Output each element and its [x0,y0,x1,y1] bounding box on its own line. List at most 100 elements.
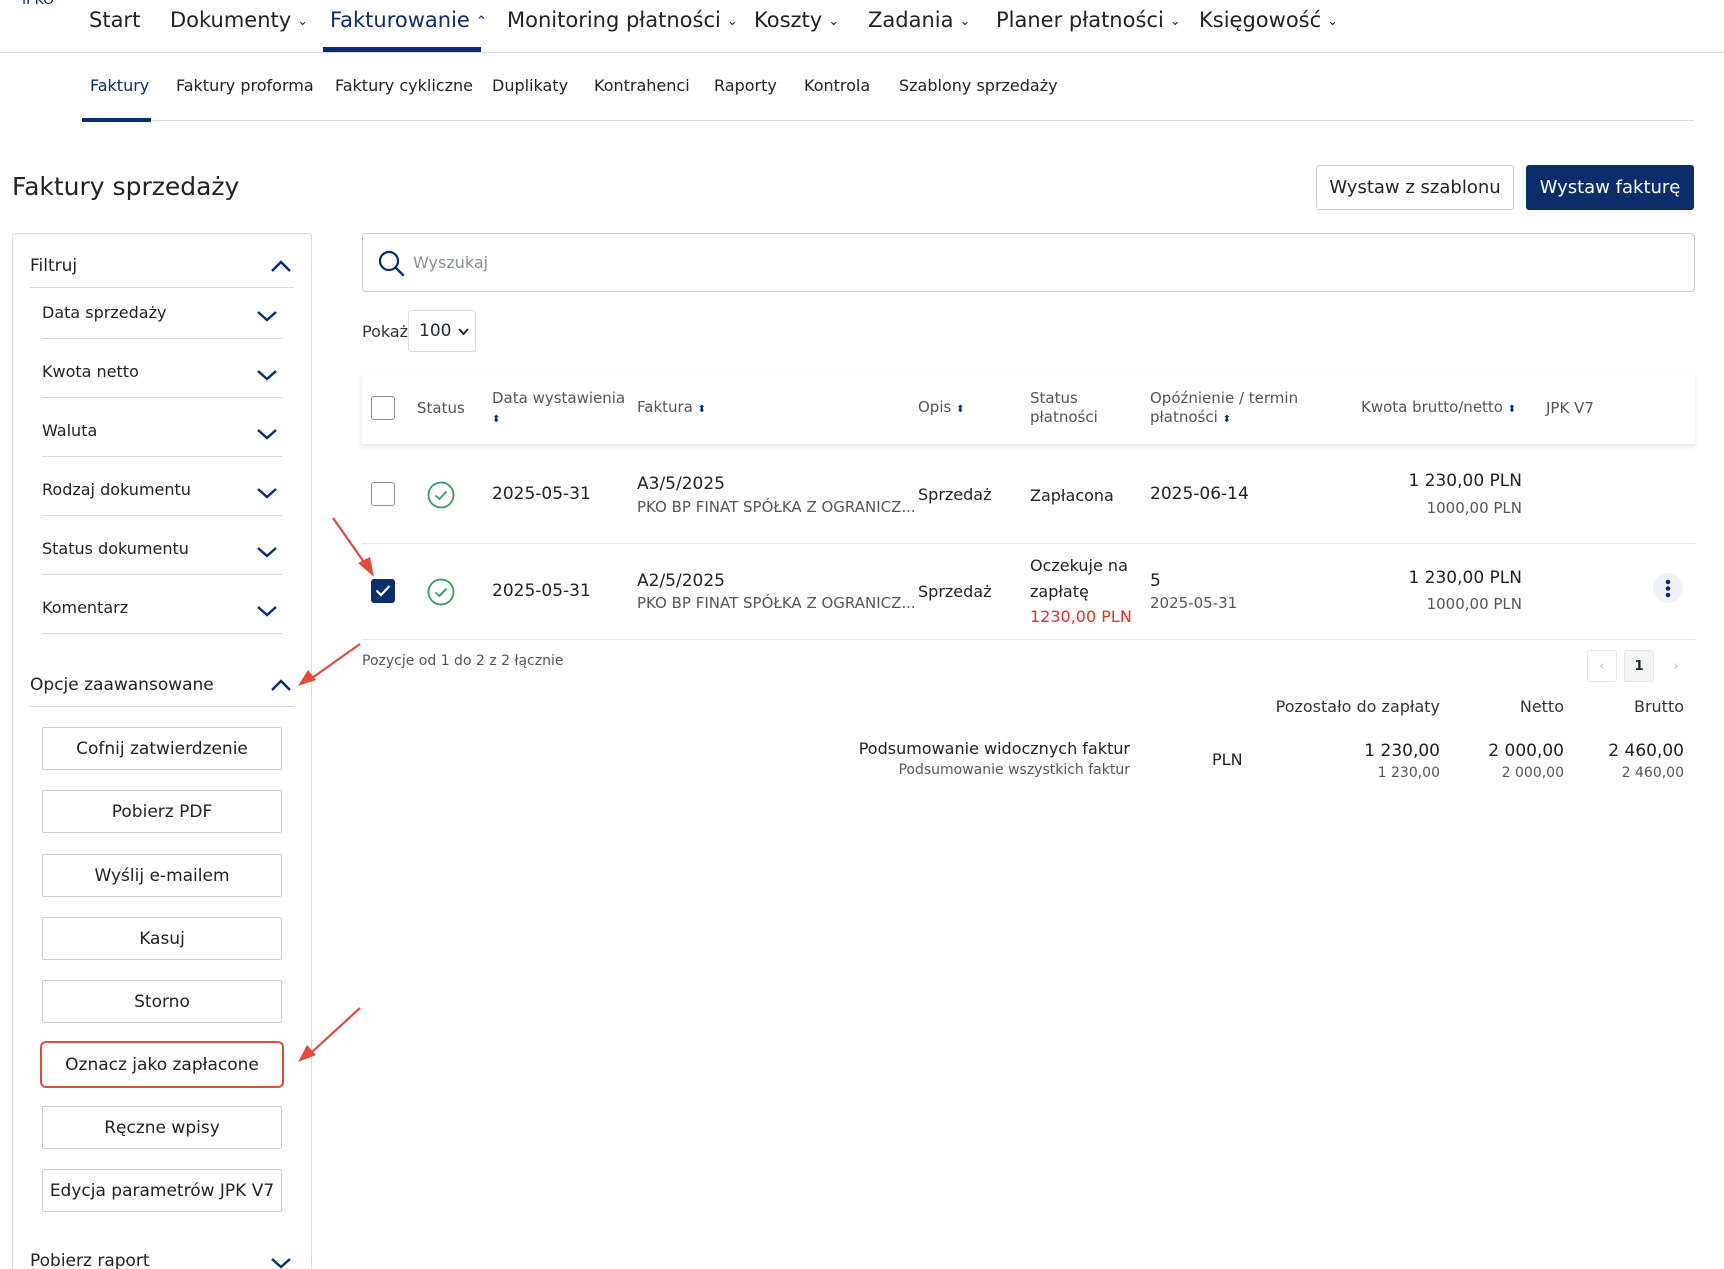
col-label: Status [1030,389,1078,407]
tab-szablony-sprzedazy[interactable]: Szablony sprzedaży [899,76,1058,95]
row-checkbox[interactable] [371,482,395,506]
jpk-params-button[interactable]: Edycja parametrów JPK V7 [42,1169,282,1212]
pager-prev-button[interactable]: ‹ [1587,650,1617,682]
tab-faktury[interactable]: Faktury [90,76,149,95]
col-status[interactable]: Status [417,399,465,418]
sort-icon: ⬍ [492,414,501,425]
download-pdf-button[interactable]: Pobierz PDF [42,790,282,833]
payment-status: Zapłacona [1030,486,1114,505]
delete-button[interactable]: Kasuj [42,917,282,960]
col-label: Opis [918,398,952,416]
sort-icon: ⬍ [1222,414,1231,425]
chevron-up-icon[interactable] [270,678,292,692]
top-nav: IPKO Start Dokumenty ⌄ Fakturowanie ⌃ Moni… [0,0,1724,53]
tab-duplikaty[interactable]: Duplikaty [492,76,568,95]
col-delay[interactable]: Opóźnienie / termin płatności ⬍ [1150,389,1298,429]
storno-button[interactable]: Storno [42,980,282,1023]
nav-fakturowanie[interactable]: Fakturowanie ⌃ [330,8,487,32]
row-divider [362,639,1695,640]
filter-komentarz[interactable]: Komentarz [42,584,282,634]
chevron-down-icon: ⌄ [828,14,840,29]
issue-date: 2025-05-31 [492,484,591,504]
chevron-down-icon [458,328,469,336]
filter-waluta[interactable]: Waluta [42,407,282,457]
nav-label: Start [89,8,141,32]
filter-label: Data sprzedaży [42,303,167,322]
chevron-up-icon[interactable] [270,259,292,273]
col-label: Data wystawienia [492,389,626,407]
sort-icon: ⬍ [956,404,965,415]
chevron-down-icon [257,311,277,322]
filter-status-dokumentu[interactable]: Status dokumentu [42,525,282,575]
nav-label: Księgowość [1199,8,1322,32]
nav-planer[interactable]: Planer płatności ⌄ [996,8,1181,32]
tab-raporty[interactable]: Raporty [714,76,777,95]
client-name: PKO BP FINAT SPÓŁKA Z OGRANICZ... [637,594,916,612]
filter-rodzaj-dokumentu[interactable]: Rodzaj dokumentu [42,466,282,516]
payment-status-line2: zapłatę [1030,582,1089,601]
annotation-arrow-icon [298,643,361,686]
nav-label: Planer płatności [996,8,1164,32]
advanced-options-title: Opcje zaawansowane [30,675,214,695]
col-issue-date[interactable]: Data wystawienia ⬍ [492,389,625,429]
pager-next-button[interactable]: › [1661,650,1691,682]
nav-zadania[interactable]: Zadania ⌄ [868,8,970,32]
pager-page-1[interactable]: 1 [1624,650,1654,682]
chevron-down-icon[interactable] [270,1256,292,1269]
sort-icon: ⬍ [697,404,707,415]
col-label: Opóźnienie / termin [1150,389,1299,407]
summary-col-remaining: Pozostało do zapłaty [1275,697,1440,716]
col-description[interactable]: Opis ⬍ [918,398,964,419]
nav-monitoring[interactable]: Monitoring płatności ⌄ [507,8,738,32]
tab-faktury-cykliczne[interactable]: Faktury cykliczne [335,76,473,95]
issue-from-template-button[interactable]: Wystaw z szablonu [1316,165,1514,210]
send-email-button[interactable]: Wyślij e-mailem [42,854,282,897]
filter-data-sprzedazy[interactable]: Data sprzedaży [42,289,282,339]
summary-currency: PLN [1212,750,1243,769]
summary-col-net: Netto [1519,697,1564,716]
chevron-down-icon [257,547,277,558]
brand-logo[interactable]: IPKO [22,0,54,8]
col-invoice[interactable]: Faktura ⬍ [637,398,706,419]
chevron-down-icon: ⌄ [1327,14,1339,29]
page-size-select[interactable]: 100 [408,310,476,352]
col-label: płatności [1150,408,1218,426]
chevron-down-icon: ⌄ [959,14,971,29]
due-date: 2025-05-31 [1150,594,1238,612]
row-divider [362,543,1695,544]
chevron-down-icon [257,370,277,381]
summary-visible-remaining: 1 230,00 [1364,741,1440,761]
tab-kontrola[interactable]: Kontrola [804,76,870,95]
filter-kwota-netto[interactable]: Kwota netto [42,348,282,398]
chevron-down-icon: ⌄ [1169,14,1181,29]
select-all-checkbox[interactable] [371,396,395,420]
tab-faktury-proforma[interactable]: Faktury proforma [176,76,314,95]
search-icon [378,250,405,277]
search-input[interactable]: Wyszukaj [362,233,1695,292]
nav-dokumenty[interactable]: Dokumenty ⌄ [170,8,308,32]
description: Sprzedaż [918,485,992,504]
revert-approval-button[interactable]: Cofnij zatwierdzenie [42,727,282,770]
invoice-number[interactable]: A2/5/2025 [637,571,725,591]
filter-label: Komentarz [42,598,129,617]
nav-ksiegowosc[interactable]: Księgowość ⌄ [1199,8,1338,32]
issue-invoice-button[interactable]: Wystaw fakturę [1526,165,1694,210]
manual-entries-button[interactable]: Ręczne wpisy [42,1106,282,1149]
nav-koszty[interactable]: Koszty ⌄ [754,8,839,32]
chevron-down-icon [257,606,277,617]
tab-kontrahenci[interactable]: Kontrahenci [594,76,690,95]
summary-col-gross: Brutto [1633,697,1684,716]
nav-label: Dokumenty [170,8,292,32]
annotation-arrow-icon [332,517,374,577]
col-amount[interactable]: Kwota brutto/netto ⬍ [1361,398,1516,419]
col-payment-status: Status płatności [1030,389,1098,427]
mark-as-paid-button[interactable]: Oznacz jako zapłacone [40,1041,284,1088]
row-actions-button[interactable] [1653,573,1683,603]
due-date: 2025-06-14 [1150,484,1249,504]
issue-date: 2025-05-31 [492,581,591,601]
invoice-number[interactable]: A3/5/2025 [637,474,725,494]
chevron-down-icon [257,488,277,499]
nav-start[interactable]: Start [89,8,140,32]
nav-label: Zadania [868,8,954,32]
col-jpk: JPK V7 [1546,399,1594,417]
